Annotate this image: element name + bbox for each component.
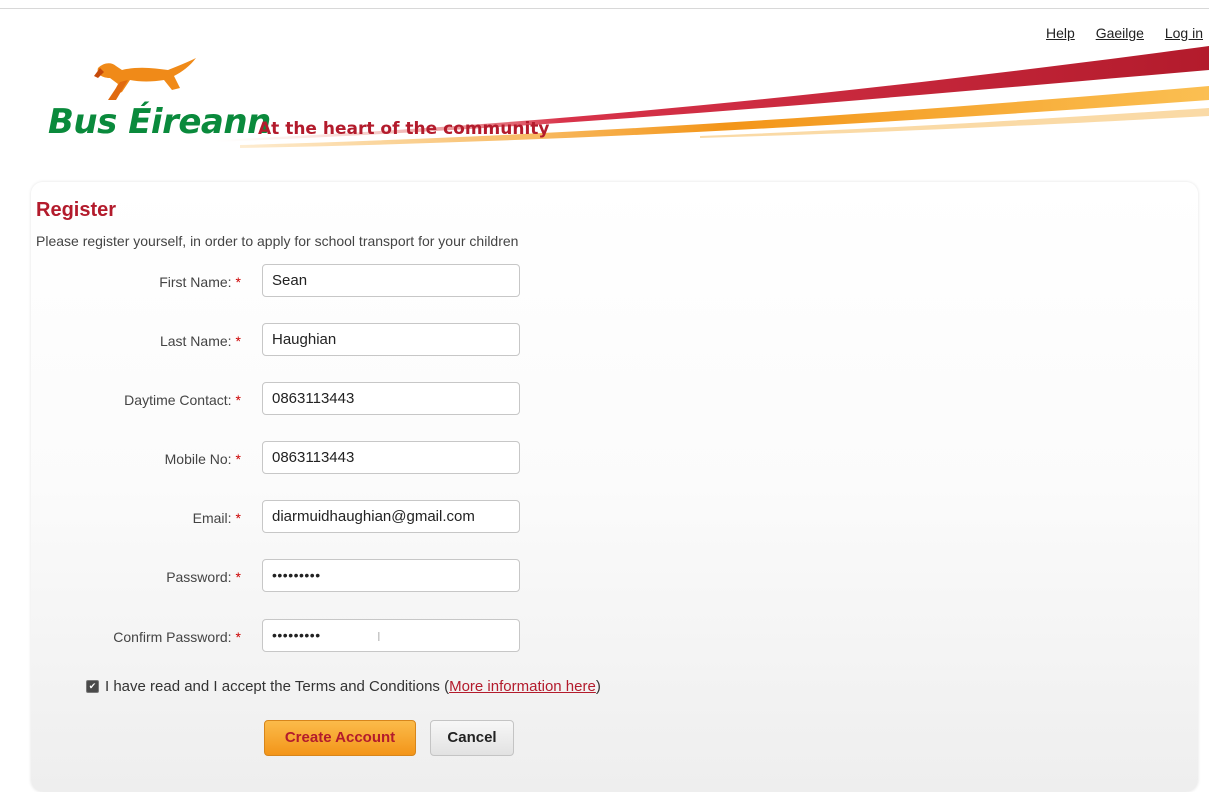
terms-text: I have read and I accept the Terms and C… (105, 678, 450, 695)
cancel-button[interactable]: Cancel (430, 720, 514, 756)
daytime-contact-input[interactable]: 0863113443 (262, 382, 520, 415)
more-information-link[interactable]: More information here (449, 678, 596, 695)
first-name-input[interactable]: Sean (262, 264, 520, 297)
required-marker: * (235, 333, 241, 349)
last-name-label: Last Name: * (159, 333, 241, 349)
page-subtitle: Please register yourself, in order to ap… (36, 233, 519, 249)
tagline: At the heart of the community (258, 119, 550, 139)
first-name-row: First Name: * Sean (31, 264, 631, 300)
email-label: Email: * (192, 510, 241, 526)
confirm-password-row: Confirm Password: * ••••••••• (31, 619, 631, 655)
top-divider (0, 8, 1209, 9)
daytime-contact-label: Daytime Contact: * (124, 392, 241, 408)
password-label: Password: * (166, 569, 241, 585)
email-input[interactable]: diarmuidhaughian@gmail.com (262, 500, 520, 533)
create-account-button[interactable]: Create Account (264, 720, 416, 756)
terms-row: ✔ I have read and I accept the Terms and … (86, 678, 601, 695)
text-cursor-icon: I (377, 629, 381, 644)
first-name-label: First Name: * (159, 274, 241, 290)
mobile-no-row: Mobile No: * 0863113443 (31, 441, 631, 477)
confirm-password-label: Confirm Password: * (113, 629, 241, 645)
page-title: Register (36, 199, 117, 221)
required-marker: * (235, 392, 241, 408)
last-name-row: Last Name: * Haughian (31, 323, 631, 359)
brand-logo-text: Bus Éireann (48, 102, 271, 142)
register-panel: Register Please register yourself, in or… (31, 182, 1198, 792)
setter-dog-logo-icon (94, 58, 196, 100)
terms-checkbox[interactable]: ✔ (86, 679, 99, 693)
daytime-contact-row: Daytime Contact: * 0863113443 (31, 382, 631, 418)
terms-close-paren: ) (595, 678, 601, 695)
mobile-no-input[interactable]: 0863113443 (262, 441, 520, 474)
password-row: Password: * ••••••••• (31, 559, 631, 595)
confirm-password-input[interactable]: ••••••••• (262, 619, 520, 652)
password-input[interactable]: ••••••••• (262, 559, 520, 592)
required-marker: * (235, 451, 241, 467)
mobile-no-label: Mobile No: * (164, 451, 241, 467)
required-marker: * (235, 510, 241, 526)
required-marker: * (235, 569, 241, 585)
required-marker: * (235, 629, 241, 645)
email-row: Email: * diarmuidhaughian@gmail.com (31, 500, 631, 536)
last-name-input[interactable]: Haughian (262, 323, 520, 356)
required-marker: * (235, 274, 241, 290)
